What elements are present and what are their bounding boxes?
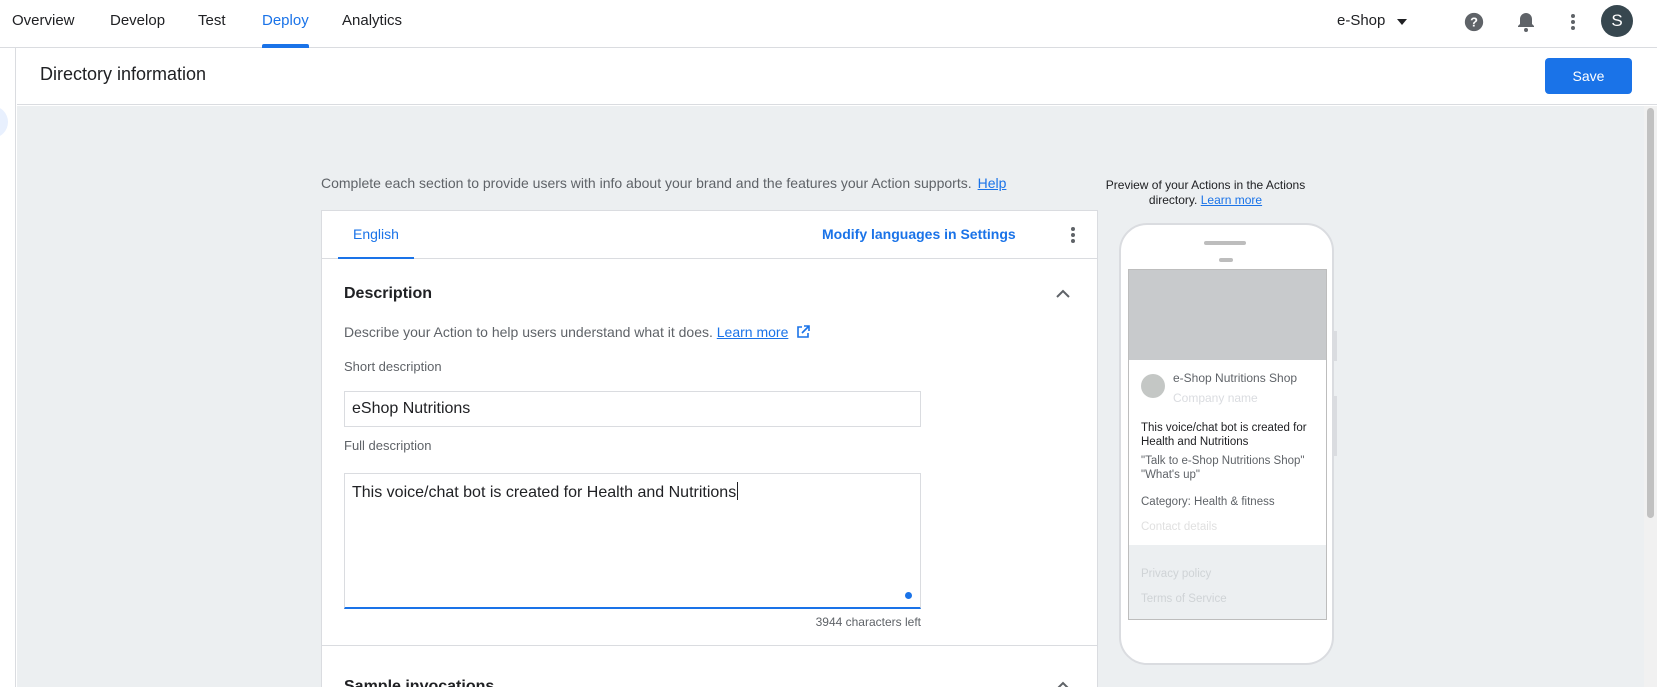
svg-text:?: ? (1470, 15, 1478, 30)
tab-develop[interactable]: Develop (110, 0, 165, 48)
directory-card: English Modify languages in Settings Des… (321, 210, 1098, 687)
full-description-text: This voice/chat bot is created for Healt… (352, 484, 737, 501)
character-counter: 3944 characters left (815, 615, 921, 629)
phone-preview: e-Shop Nutritions Shop Company name This… (1119, 223, 1334, 665)
phone-button (1334, 331, 1337, 361)
phone-camera (1219, 258, 1233, 262)
scrollbar-thumb[interactable] (1647, 108, 1654, 518)
resize-handle[interactable] (905, 592, 912, 599)
full-description-label: Full description (344, 438, 432, 453)
chevron-down-icon[interactable] (1397, 19, 1407, 25)
preview-company-name: Company name (1173, 391, 1258, 405)
help-link[interactable]: Help (978, 175, 1007, 191)
help-icon[interactable]: ? (1461, 9, 1487, 35)
intro-label: Complete each section to provide users w… (321, 175, 972, 191)
banner-image (1129, 270, 1326, 360)
preview-description: This voice/chat bot is created for Healt… (1141, 422, 1307, 448)
intro-text: Complete each section to provide users w… (321, 175, 1006, 191)
sample-invocations-title: Sample invocations (344, 678, 495, 687)
preview-caption: Preview of your Actions in the Actions d… (1103, 178, 1308, 208)
description-helper-text: Describe your Action to help users under… (344, 324, 713, 340)
preview-action-name: e-Shop Nutritions Shop (1173, 371, 1298, 385)
preview-invocation: "Talk to e-Shop Nutritions Shop" (1141, 455, 1305, 467)
learn-more-link[interactable]: Learn more (717, 324, 789, 340)
avatar[interactable]: S (1601, 5, 1633, 37)
tab-analytics[interactable]: Analytics (342, 0, 402, 48)
preview-learn-more-link[interactable]: Learn more (1201, 193, 1262, 207)
main-content: Complete each section to provide users w… (17, 106, 1644, 687)
description-helper: Describe your Action to help users under… (344, 324, 811, 340)
preview-terms: Terms of Service (1141, 593, 1227, 605)
preview-category: Category: Health & fitness (1141, 496, 1275, 508)
page-title: Directory information (40, 64, 207, 84)
project-selector[interactable]: e-Shop (1337, 12, 1385, 29)
scrollbar[interactable] (1644, 106, 1657, 687)
preview-privacy: Privacy policy (1141, 568, 1212, 580)
more-vert-icon[interactable] (1063, 223, 1083, 247)
text-cursor (737, 482, 739, 500)
tab-deploy[interactable]: Deploy (262, 0, 309, 48)
save-button[interactable]: Save (1545, 58, 1632, 94)
preview-contact: Contact details (1141, 521, 1218, 533)
tab-english[interactable]: English (338, 211, 414, 259)
tab-overview[interactable]: Overview (12, 0, 75, 48)
action-logo (1141, 374, 1165, 398)
chevron-up-icon[interactable] (1055, 681, 1071, 687)
short-description-label: Short description (344, 359, 442, 374)
language-tabs: English Modify languages in Settings (322, 211, 1097, 259)
chevron-up-icon[interactable] (1055, 289, 1071, 299)
tab-test[interactable]: Test (198, 0, 226, 48)
phone-button (1334, 396, 1337, 456)
page-header: Directory information Save (17, 48, 1657, 105)
expand-sidebar-handle[interactable] (0, 106, 8, 138)
full-description-textarea[interactable]: This voice/chat bot is created for Healt… (344, 473, 921, 609)
top-nav: Overview Develop Test Deploy Analytics e… (0, 0, 1657, 48)
preview-invocation: "What's up" (1141, 469, 1200, 481)
phone-screen: e-Shop Nutritions Shop Company name This… (1128, 269, 1327, 620)
description-section-title: Description (344, 285, 433, 302)
modify-languages-link[interactable]: Modify languages in Settings (822, 226, 1016, 242)
more-vert-icon[interactable] (1560, 9, 1586, 35)
open-in-new-icon[interactable] (796, 325, 811, 339)
left-rail (0, 48, 16, 687)
preview-footer: Privacy policy Terms of Service (1129, 545, 1326, 619)
preview-invocations: "Talk to e-Shop Nutritions Shop" "What's… (1141, 454, 1321, 482)
phone-speaker (1204, 241, 1246, 245)
notifications-bell-icon[interactable] (1513, 9, 1539, 35)
section-divider (322, 645, 1097, 646)
short-description-input[interactable] (344, 391, 921, 427)
